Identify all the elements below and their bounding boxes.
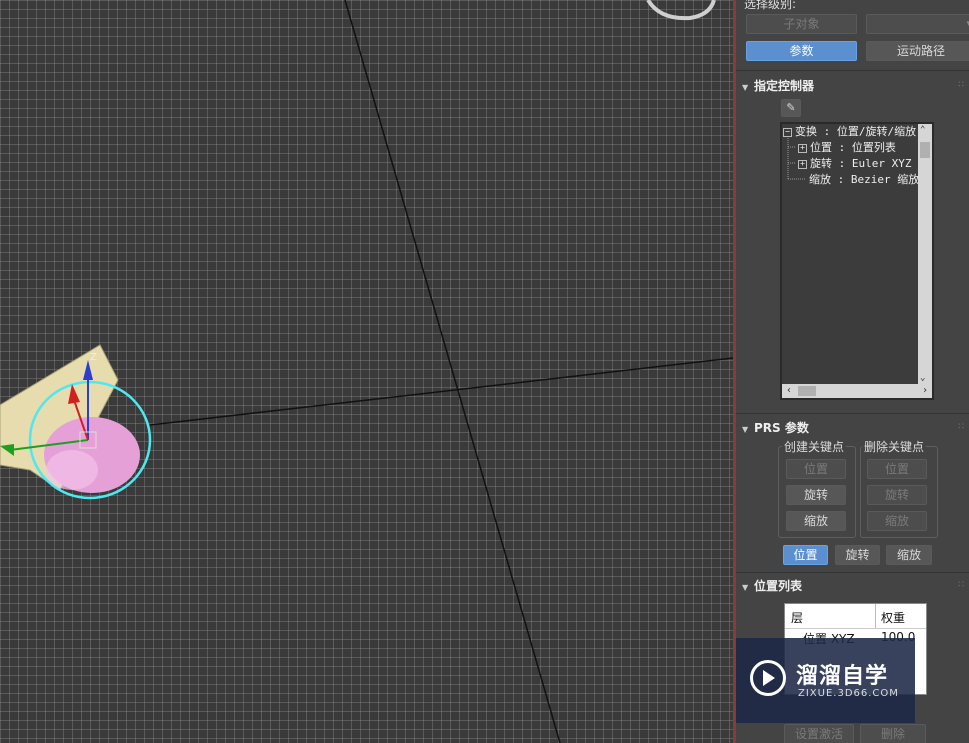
mode-position-button[interactable]: 位置 xyxy=(783,545,828,565)
tree-node-label: 旋转 : Euler XYZ xyxy=(810,157,912,170)
collapse-triangle-icon: ▼ xyxy=(742,583,749,592)
create-key-rotation-button[interactable]: 旋转 xyxy=(786,485,846,505)
rollout-grip-icon: ∷ xyxy=(958,80,964,90)
assign-controller-title: 指定控制器 xyxy=(754,79,815,93)
rollout-grip-icon: ∷ xyxy=(958,580,964,590)
watermark-subtitle: ZIXUE.3D66.COM xyxy=(798,688,899,699)
tree-node-scale[interactable]: 缩放 : Bezier 缩放 xyxy=(809,172,919,187)
tab-motion-path[interactable]: 运动路径 xyxy=(866,41,969,61)
column-header-layer[interactable]: 层 xyxy=(791,609,803,626)
position-list-title: 位置列表 xyxy=(754,579,803,593)
separator xyxy=(736,572,969,573)
scroll-right-icon[interactable]: › xyxy=(922,384,928,398)
prs-rollout-header[interactable]: ▼ PRS 参数 xyxy=(742,419,809,439)
delete-key-label: 删除关键点 xyxy=(862,438,927,455)
assign-controller-button[interactable]: ✎ xyxy=(781,99,801,117)
rollout-grip-icon: ∷ xyxy=(958,422,964,432)
controller-tree[interactable]: − 变换 : 位置/旋转/缩放 + 位置 : 位置列表 + 旋转 : Euler XY… xyxy=(780,122,934,400)
tree-node-transform[interactable]: − 变换 : 位置/旋转/缩放 xyxy=(783,124,916,139)
scroll-left-icon[interactable]: ‹ xyxy=(786,384,792,398)
partial-object-top xyxy=(646,0,716,21)
sub-object-button[interactable]: 子对象 xyxy=(746,14,857,34)
perspective-viewport[interactable]: Z xyxy=(0,0,733,743)
assign-controller-rollout-header[interactable]: ▼ 指定控制器 xyxy=(742,77,814,97)
mode-rotation-button[interactable]: 旋转 xyxy=(835,545,880,565)
collapse-triangle-icon: ▼ xyxy=(742,425,749,434)
create-key-scale-button[interactable]: 缩放 xyxy=(786,511,846,531)
tab-params[interactable]: 参数 xyxy=(746,41,857,61)
gizmo-z-label: Z xyxy=(90,352,97,363)
column-header-weight[interactable]: 权重 xyxy=(881,609,905,626)
expand-plus-icon[interactable]: + xyxy=(798,144,807,153)
create-key-position-button[interactable]: 位置 xyxy=(786,459,846,479)
collapse-minus-icon[interactable]: − xyxy=(783,128,792,137)
world-axis-x xyxy=(149,357,733,426)
tree-vertical-scrollbar[interactable]: ⌃ ⌄ xyxy=(918,124,932,384)
delete-key-scale-button[interactable]: 缩放 xyxy=(867,511,927,531)
prs-title: PRS 参数 xyxy=(754,421,809,435)
position-list-rollout-header[interactable]: ▼ 位置列表 xyxy=(742,577,802,597)
scroll-down-icon[interactable]: ⌄ xyxy=(920,373,925,383)
play-logo-icon xyxy=(750,660,786,696)
scroll-thumb[interactable] xyxy=(920,142,930,158)
create-key-label: 创建关键点 xyxy=(782,438,847,455)
sphere-highlight xyxy=(46,450,98,490)
tree-node-label: 缩放 : Bezier 缩放 xyxy=(809,173,920,186)
watermark: 溜溜自学 ZIXUE.3D66.COM xyxy=(736,638,915,723)
separator xyxy=(736,413,969,414)
selection-level-label: 选择级别: xyxy=(744,0,797,11)
column-divider xyxy=(875,604,876,628)
tree-node-label: 变换 : 位置/旋转/缩放 xyxy=(795,125,917,138)
motion-panel: 选择级别: 子对象 ▾ 参数 运动路径 ▼ 指定控制器 ∷ ✎ − 变换 : 位置/… xyxy=(736,0,969,743)
delete-layer-button[interactable]: 删除 xyxy=(860,724,926,743)
separator xyxy=(736,70,969,71)
collapse-triangle-icon: ▼ xyxy=(742,83,749,92)
tree-node-position[interactable]: + 位置 : 位置列表 xyxy=(798,140,896,155)
viewport-overlay: Z xyxy=(0,0,733,743)
tree-node-label: 位置 : 位置列表 xyxy=(810,141,896,154)
delete-key-position-button[interactable]: 位置 xyxy=(867,459,927,479)
sub-object-dropdown[interactable]: ▾ xyxy=(866,14,969,34)
set-active-button[interactable]: 设置激活 xyxy=(784,724,854,743)
delete-key-rotation-button[interactable]: 旋转 xyxy=(867,485,927,505)
mode-scale-button[interactable]: 缩放 xyxy=(886,545,932,565)
expand-plus-icon[interactable]: + xyxy=(798,160,807,169)
scroll-thumb[interactable] xyxy=(798,386,816,396)
scroll-up-icon[interactable]: ⌃ xyxy=(920,125,925,135)
header-divider xyxy=(785,628,926,629)
world-axis-y xyxy=(344,0,561,743)
tree-node-rotation[interactable]: + 旋转 : Euler XYZ xyxy=(798,156,911,171)
tree-horizontal-scrollbar[interactable]: ‹ › xyxy=(782,384,932,398)
watermark-title: 溜溜自学 xyxy=(796,664,889,689)
assign-controller-icon: ✎ xyxy=(786,101,796,114)
